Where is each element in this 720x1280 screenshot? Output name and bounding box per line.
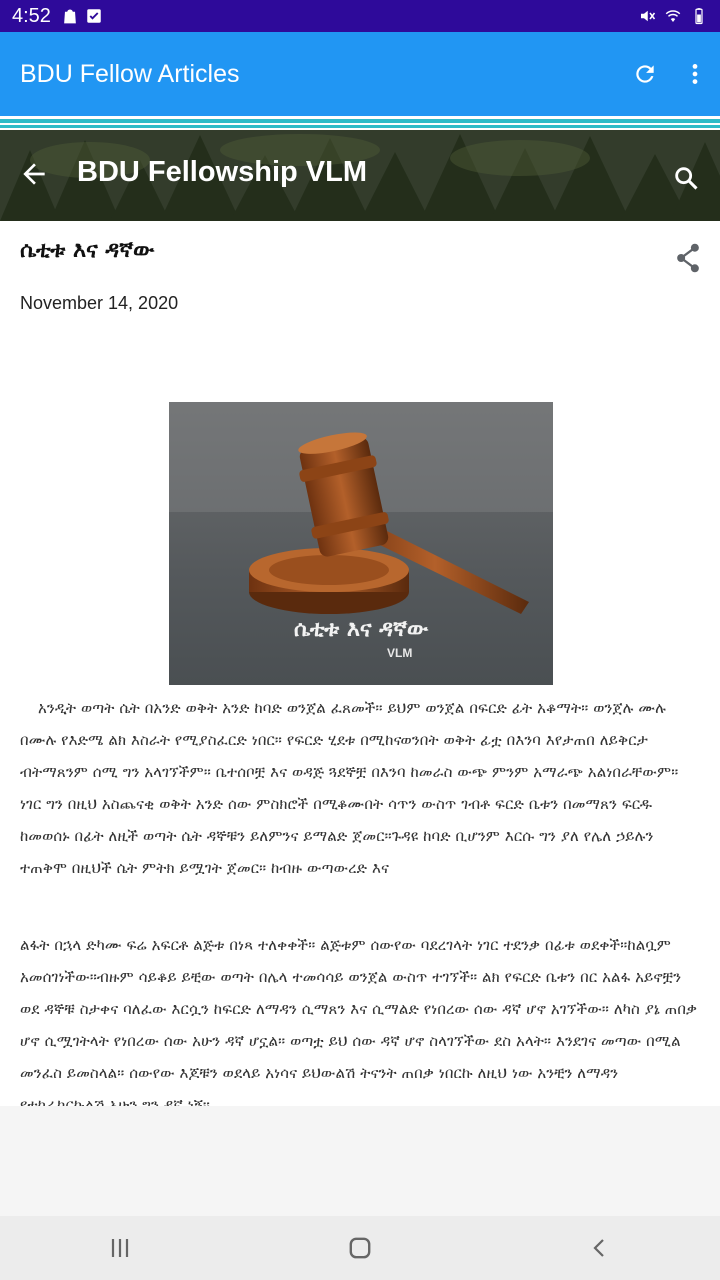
- blog-title: BDU Fellowship VLM: [77, 156, 367, 188]
- share-icon[interactable]: [674, 242, 702, 274]
- refresh-icon: [636, 65, 654, 83]
- post-image: ሴቲቱ እና ዳኛው VLM: [169, 402, 553, 685]
- status-bar: 4:52: [0, 0, 720, 32]
- gavel-image: [169, 402, 553, 685]
- recents-button[interactable]: [90, 1218, 150, 1278]
- more-vert-icon: [692, 64, 698, 84]
- post-title: ሴቲቱ እና ዳኛው: [20, 238, 155, 263]
- back-icon: [593, 1239, 604, 1257]
- mute-icon: [641, 10, 656, 22]
- home-icon: [349, 1237, 371, 1259]
- image-caption: ሴቲቱ እና ዳኛው: [293, 617, 429, 642]
- post-paragraph: አንዲት ወጣት ሴት በአንድ ወቅት አንድ ከባድ ወንጀል ፈጸመች። …: [20, 699, 679, 877]
- search-icon[interactable]: [672, 164, 700, 192]
- app-title: BDU Fellow Articles: [20, 59, 240, 88]
- back-button[interactable]: [570, 1218, 630, 1278]
- app-bar: BDU Fellow Articles: [0, 32, 720, 116]
- home-button[interactable]: [330, 1218, 390, 1278]
- refresh-button[interactable]: [620, 49, 670, 99]
- divider-stripe: [0, 116, 720, 130]
- blog-header: BDU Fellowship VLM: [0, 130, 720, 221]
- image-logo: VLM: [387, 646, 413, 660]
- ad-placeholder: [0, 1106, 720, 1216]
- status-time: 4:52: [12, 4, 51, 27]
- battery-icon: [695, 8, 703, 25]
- bag-icon: [64, 9, 76, 24]
- recents-icon: [111, 1239, 129, 1257]
- post-date: November 14, 2020: [20, 293, 179, 313]
- wifi-icon: [665, 10, 681, 22]
- system-nav-bar: [0, 1216, 720, 1280]
- arrow-left-icon[interactable]: [18, 158, 50, 190]
- more-options-button[interactable]: [670, 49, 720, 99]
- post-paragraph: ልፋት በኋላ ድካሙ ፍሬ አፍርቶ ልጅቱ በነጻ ተለቀቀች። ልጅቱም …: [20, 936, 698, 1106]
- checkbox-icon: [87, 9, 101, 23]
